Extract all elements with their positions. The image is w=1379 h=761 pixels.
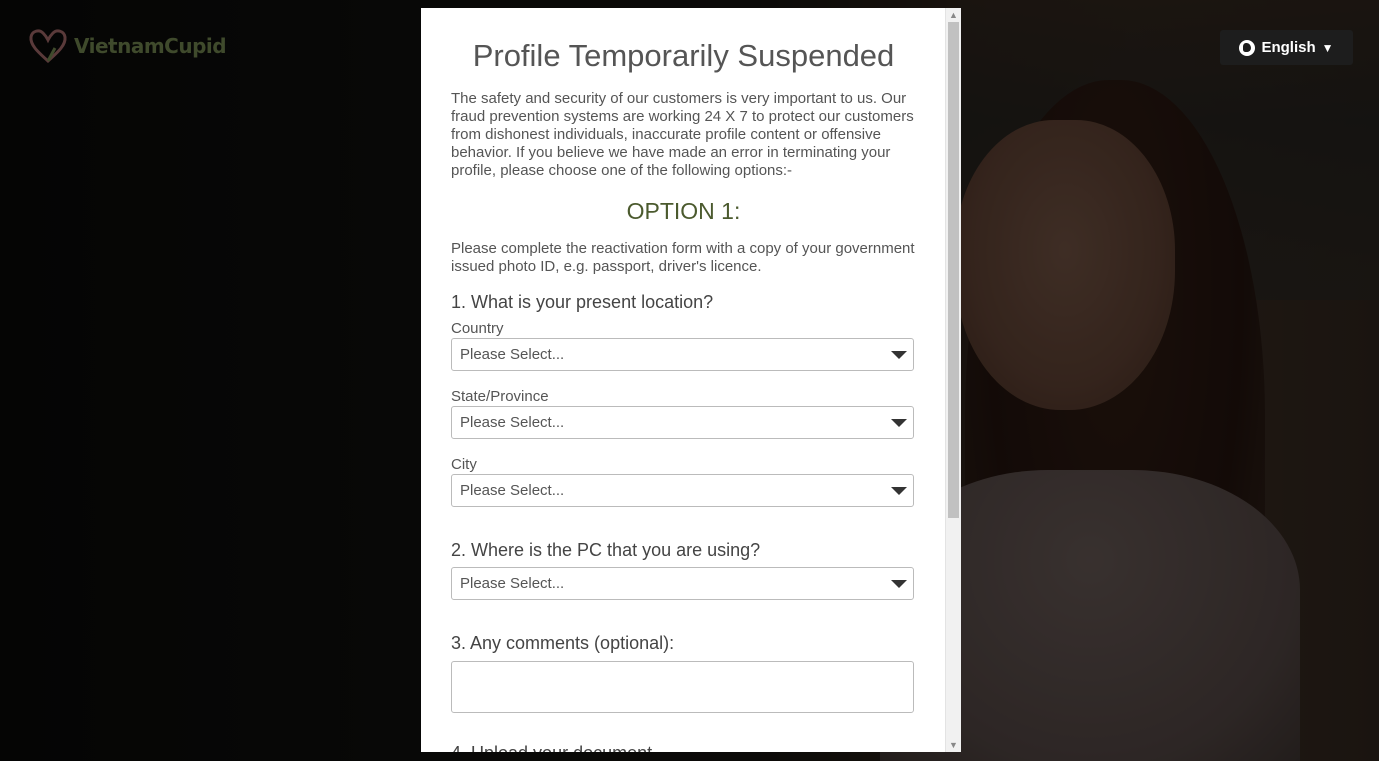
site-logo[interactable]: VietnamCupid [28,28,227,64]
language-label: English [1261,39,1316,56]
scrollbar-thumb[interactable] [948,22,959,518]
scroll-up-icon[interactable]: ▲ [946,8,961,22]
question-location: 1. What is your present location? [451,292,714,312]
pc-location-select[interactable]: Please Select... [451,567,914,600]
city-label: City [451,456,477,473]
language-selector[interactable]: English ▼ [1220,30,1353,65]
state-select[interactable]: Please Select... [451,406,914,439]
city-select-value: Please Select... [460,482,565,499]
country-label: Country [451,320,504,337]
question-upload: 4. Upload your document [451,743,652,752]
chevron-down-icon [891,419,907,427]
globe-icon [1239,39,1256,56]
option-description: Please complete the reactivation form wi… [451,240,915,275]
chevron-down-icon [891,580,907,588]
country-select-value: Please Select... [460,346,565,363]
brand-name: VietnamCupid [74,34,227,58]
pc-location-select-value: Please Select... [460,575,565,592]
heart-logo-icon [29,29,67,64]
state-select-value: Please Select... [460,414,565,431]
country-select[interactable]: Please Select... [451,338,914,371]
question-pc-location: 2. Where is the PC that you are using? [451,540,761,560]
option-heading: OPTION 1: [626,198,741,224]
scroll-down-icon[interactable]: ▼ [946,738,961,752]
comments-textarea[interactable] [451,661,914,713]
chevron-down-icon [891,487,907,495]
chevron-down-icon [891,351,907,359]
chevron-down-icon: ▼ [1321,40,1334,55]
suspension-modal: Profile Temporarily Suspended The safety… [421,8,961,752]
modal-scrollbar[interactable]: ▲ ▼ [945,8,961,752]
state-label: State/Province [451,388,549,405]
question-comments: 3. Any comments (optional): [451,633,675,653]
intro-text: The safety and security of our customers… [451,90,914,179]
modal-title: Profile Temporarily Suspended [472,38,895,73]
city-select[interactable]: Please Select... [451,474,914,507]
